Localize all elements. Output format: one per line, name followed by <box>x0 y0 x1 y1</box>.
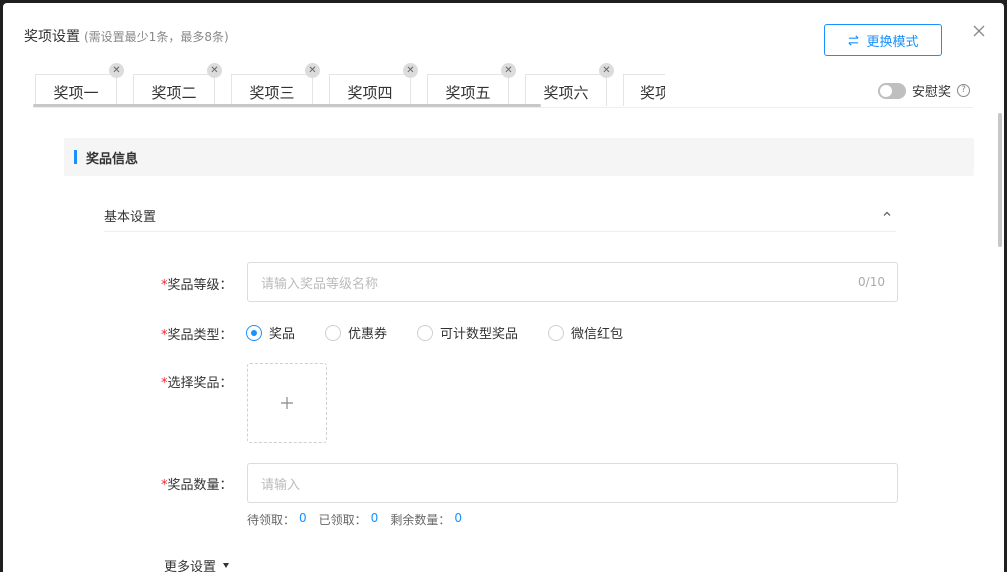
prize-type-radio-group: 奖品 优惠券 可计数型奖品 微信红包 <box>246 323 653 342</box>
tab-label: 奖项六 <box>543 84 589 102</box>
claimed-count: 0 <box>370 511 379 525</box>
prize-quantity-label-text: 奖品数量： <box>167 478 233 493</box>
consolation-toggle[interactable] <box>878 82 906 99</box>
radio-label: 微信红包 <box>571 327 624 342</box>
tab-prize-4[interactable]: 奖项四 <box>329 74 411 106</box>
tab-label: 奖项二 <box>151 84 197 102</box>
prize-quantity-label: *奖品数量： <box>161 478 233 493</box>
prize-level-placeholder: 请输入奖品等级名称 <box>261 276 379 292</box>
more-settings-label: 更多设置 <box>164 560 217 572</box>
select-prize-label: *选择奖品： <box>161 376 233 391</box>
prize-level-label: *奖品等级： <box>161 278 233 293</box>
tab-label: 奖项五 <box>445 84 491 102</box>
claimed-label: 已领取： <box>318 513 367 527</box>
plus-icon <box>281 397 293 409</box>
tab-prize-1[interactable]: 奖项一 <box>35 74 117 106</box>
remaining-count: 0 <box>454 511 462 525</box>
tab-close-icon[interactable]: ✕ <box>109 63 124 78</box>
prize-level-input[interactable]: 请输入奖品等级名称 0/10 <box>247 262 898 302</box>
more-settings-toggle[interactable]: 更多设置 <box>164 556 230 572</box>
radio-prize[interactable]: 奖品 <box>246 323 295 342</box>
tab-prize-6[interactable]: 奖项六 <box>525 74 607 106</box>
dialog-subtitle: (需设置最少1条，最多8条) <box>84 30 229 44</box>
tab-close-icon[interactable]: ✕ <box>501 63 516 78</box>
consolation-label: 安慰奖 <box>912 85 952 100</box>
radio-dot <box>548 324 565 341</box>
tab-prize-7[interactable]: 奖项 <box>623 74 665 106</box>
tab-prize-3[interactable]: 奖项三 <box>231 74 313 106</box>
radio-coupon[interactable]: 优惠券 <box>325 323 387 342</box>
radio-wechat-red-packet[interactable]: 微信红包 <box>548 323 623 342</box>
remaining-label: 剩余数量： <box>390 513 451 527</box>
prize-settings-dialog: 奖项设置 (需设置最少1条，最多8条) 更换模式 奖项一 ✕ 奖项二 ✕ 奖项三 … <box>3 3 1004 572</box>
add-prize-button[interactable] <box>247 363 327 443</box>
prize-stats: 待领取： 0 已领取： 0 剩余数量： 0 <box>247 511 474 528</box>
dialog-scrollbar[interactable] <box>998 113 1002 247</box>
radio-label: 可计数型奖品 <box>440 327 519 342</box>
tab-close-icon[interactable]: ✕ <box>599 63 614 78</box>
swap-icon <box>848 34 860 46</box>
switch-mode-button[interactable]: 更换模式 <box>824 24 942 56</box>
prize-type-label-text: 奖品类型： <box>167 328 233 343</box>
close-icon[interactable] <box>972 24 986 38</box>
prize-tabs: 奖项一 ✕ 奖项二 ✕ 奖项三 ✕ 奖项四 ✕ 奖项五 ✕ 奖项六 ✕ 奖项 <box>33 63 665 108</box>
radio-label: 优惠券 <box>348 327 388 342</box>
tab-close-icon[interactable]: ✕ <box>207 63 222 78</box>
help-icon[interactable]: ? <box>957 84 971 97</box>
tab-prize-2[interactable]: 奖项二 <box>133 74 215 106</box>
consolation-prize: 安慰奖 ? <box>878 81 971 100</box>
prize-quantity-input[interactable]: 请输入 <box>247 463 898 503</box>
pending-count: 0 <box>299 511 307 525</box>
tab-label: 奖项三 <box>249 84 295 102</box>
pending-label: 待领取： <box>247 513 296 527</box>
select-prize-label-text: 选择奖品： <box>167 376 233 391</box>
switch-mode-label: 更换模式 <box>866 34 919 50</box>
tab-label: 奖项四 <box>347 84 393 102</box>
caret-down-icon <box>223 563 230 568</box>
tab-prize-5[interactable]: 奖项五 <box>427 74 509 106</box>
basic-settings-title: 基本设置 <box>104 210 157 225</box>
section-title: 奖品信息 <box>86 151 139 167</box>
prize-info-section-header: 奖品信息 <box>64 138 974 176</box>
prize-level-char-count: 0/10 <box>858 275 885 289</box>
radio-dot <box>246 324 262 341</box>
prize-level-label-text: 奖品等级： <box>167 278 233 293</box>
dialog-title-text: 奖项设置 <box>24 29 80 45</box>
radio-dot <box>325 324 342 341</box>
prize-type-label: *奖品类型： <box>161 328 233 343</box>
radio-label: 奖品 <box>269 327 296 342</box>
radio-countable-prize[interactable]: 可计数型奖品 <box>417 323 518 342</box>
tab-close-icon[interactable]: ✕ <box>305 63 320 78</box>
tab-close-icon[interactable]: ✕ <box>403 63 418 78</box>
radio-dot <box>417 324 434 341</box>
prize-quantity-placeholder: 请输入 <box>261 477 301 493</box>
chevron-up-icon <box>883 211 891 216</box>
dialog-title: 奖项设置 (需设置最少1条，最多8条) <box>24 26 229 46</box>
tab-label: 奖项一 <box>53 84 99 102</box>
basic-settings-collapse[interactable]: 基本设置 <box>104 206 896 232</box>
section-accent-bar <box>74 150 77 164</box>
tabs-divider <box>33 107 973 108</box>
tab-label: 奖项 <box>640 84 665 102</box>
